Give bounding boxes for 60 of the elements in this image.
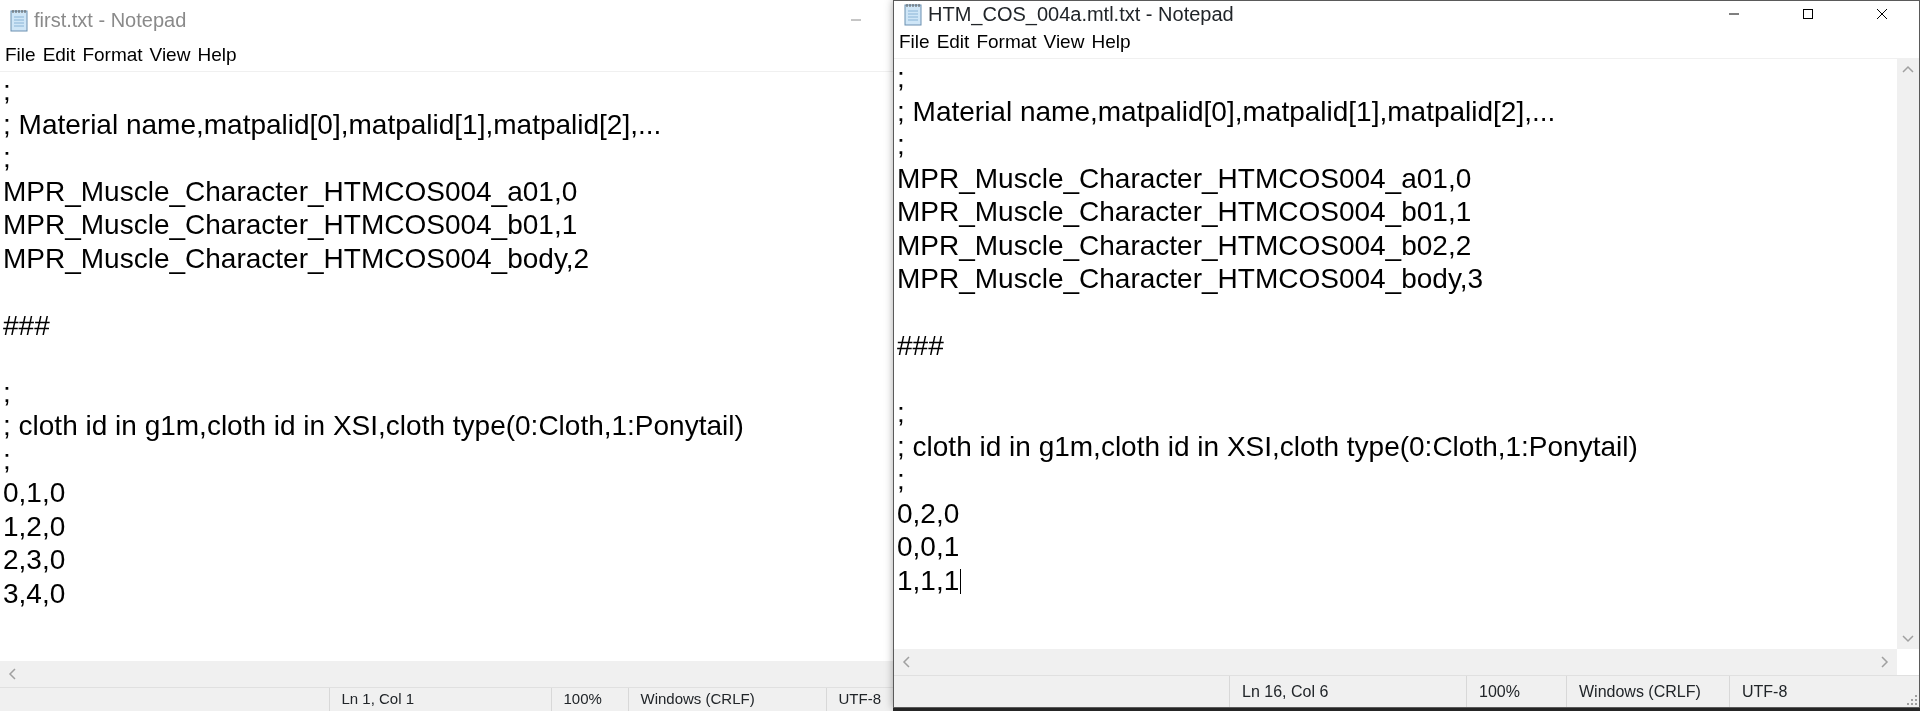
text-line: ; [897,62,905,93]
text-line: 3,4,0 [3,577,66,609]
menu-item[interactable]: View [1041,28,1087,57]
menu-item[interactable]: View [147,41,193,70]
menu-item[interactable]: Format [974,28,1039,57]
chevron-up-icon [1902,65,1914,73]
chevron-right-icon [1881,656,1889,668]
menu-item[interactable]: Help [1089,28,1133,57]
text-line: ; [897,129,905,160]
cursor-position: Ln 16, Col 6 [1242,681,1329,702]
text-line: ; [897,397,905,428]
encoding: UTF-8 [1742,681,1788,702]
line-endings: Windows (CRLF) [640,689,755,710]
text-line: ### [897,330,944,361]
zoom-level: 100% [563,689,602,710]
text-line: MPR_Muscle_Character_HTMCOS004_body,2 [3,242,590,274]
text-line: MPR_Muscle_Character_HTMCOS004_b02,2 [897,229,1472,261]
text-line: ; Material name,matpalid[0],matpalid[1],matpalid[2],... [3,108,662,140]
text-line: ; cloth id in g1m,cloth id in XSI,cloth type(0:Cloth,1:Ponytail) [3,410,744,441]
horizontal-scrollbar[interactable] [0,661,893,687]
chevron-left-icon [902,656,910,668]
notepad-icon [8,8,30,32]
text-line: MPR_Muscle_Character_HTMCOS004_b01,1 [3,209,578,240]
text-line: 1,1,1 [897,564,960,596]
maximize-icon [1802,8,1814,20]
horizontal-scrollbar[interactable] [894,649,1897,675]
menu-item[interactable]: Help [195,41,239,70]
text-line: MPR_Muscle_Character_HTMCOS004_a01,0 [3,175,578,207]
chevron-left-icon [8,668,16,680]
menu-item[interactable]: File [3,41,38,70]
text-line: MPR_Muscle_Character_HTMCOS004_body,3 [897,263,1484,294]
text-line: ; [897,464,905,495]
line-endings: Windows (CRLF) [1579,681,1701,702]
text-line: ; [3,142,11,173]
window-title: first.txt - Notepad [34,8,187,33]
close-icon [1876,8,1888,20]
text-line: 0,0,1 [897,531,960,562]
cursor-position: Ln 1, Col 1 [341,689,415,710]
text-line: ; cloth id in g1m,cloth id in XSI,cloth type(0:Cloth,1:Ponytail) [897,430,1638,462]
text-line: 2,3,0 [3,544,66,575]
vertical-scrollbar[interactable] [1897,59,1919,649]
text-line: MPR_Muscle_Character_HTMCOS004_a01,0 [897,162,1472,194]
menu-item[interactable]: Edit [934,28,972,57]
window-title: HTM_COS_004a.mtl.txt - Notepad [928,2,1234,28]
text-line: ; Material name,matpalid[0],matpalid[1],matpalid[2],... [897,95,1556,127]
text-line: ; [3,443,11,475]
menu-item[interactable]: Edit [40,41,78,70]
menu-item[interactable]: Format [80,41,145,70]
chevron-down-icon [1902,635,1914,643]
text-line: 0,2,0 [897,497,960,529]
text-line: ### [3,309,50,341]
zoom-level: 100% [1479,681,1520,702]
text-line: ; [3,75,11,106]
encoding: UTF-8 [838,689,881,710]
resize-grip-icon [1907,695,1917,705]
text-line: MPR_Muscle_Character_HTMCOS004_b01,1 [897,196,1472,227]
menu-item[interactable]: File [897,28,932,57]
text-line: 1,2,0 [3,510,66,542]
text-line: ; [3,376,11,408]
text-line: 0,1,0 [3,477,66,508]
